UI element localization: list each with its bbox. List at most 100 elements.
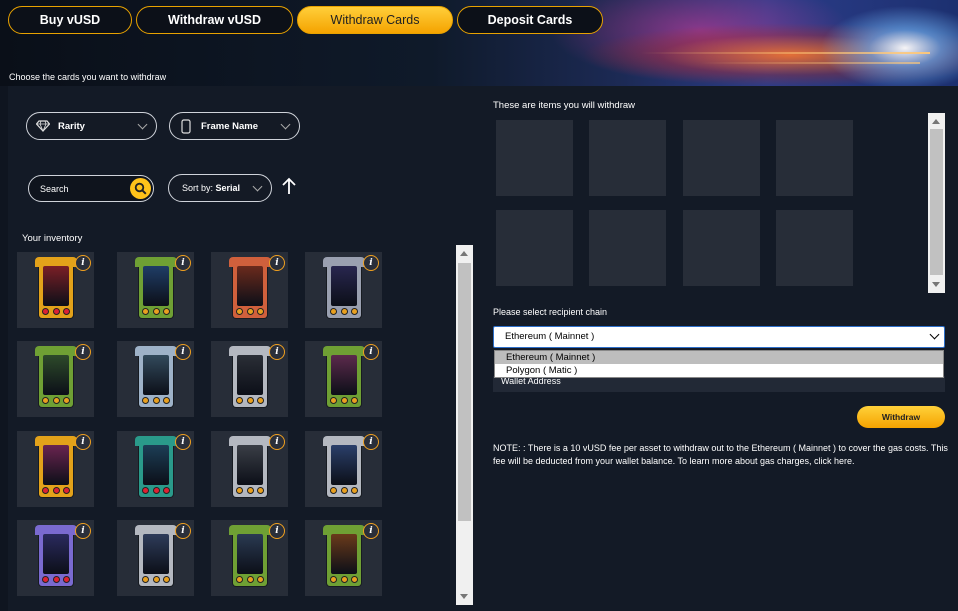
card-art-inner [143, 355, 169, 395]
scrollbar-thumb[interactable] [458, 263, 471, 521]
card-gem [163, 576, 170, 583]
card-gem [330, 487, 337, 494]
withdraw-slot [683, 120, 760, 196]
scrollbar-thumb[interactable] [930, 129, 943, 275]
chain-option-ethereum[interactable]: Ethereum ( Mainnet ) [495, 351, 943, 364]
withdraw-items-title: These are items you will withdraw [493, 100, 636, 111]
inventory-card[interactable]: i [117, 341, 194, 417]
info-icon[interactable]: i [363, 434, 379, 450]
card-gem [153, 397, 160, 404]
info-icon[interactable]: i [363, 523, 379, 539]
withdraw-scrollbar[interactable] [928, 113, 945, 293]
inventory-card[interactable]: i [305, 520, 382, 596]
inventory-panel: Rarity Frame Name Sort by: Serial Your i… [8, 86, 478, 611]
card-artwork [135, 346, 177, 407]
scroll-up-arrow-icon[interactable] [460, 251, 468, 256]
scroll-down-arrow-icon[interactable] [932, 282, 940, 287]
card-art-inner [43, 534, 69, 574]
info-icon[interactable]: i [269, 523, 285, 539]
info-icon[interactable]: i [75, 344, 91, 360]
card-gem [257, 397, 264, 404]
inventory-card[interactable]: i [117, 431, 194, 507]
inventory-card[interactable]: i [305, 341, 382, 417]
card-gem [257, 576, 264, 583]
info-icon[interactable]: i [175, 523, 191, 539]
inventory-card[interactable]: i [17, 252, 94, 328]
tab-withdraw-cards[interactable]: Withdraw Cards [297, 6, 453, 34]
card-gem [341, 487, 348, 494]
scroll-up-arrow-icon[interactable] [932, 119, 940, 124]
card-gem [163, 487, 170, 494]
chain-option-polygon[interactable]: Polygon ( Matic ) [495, 364, 943, 377]
card-gem [341, 397, 348, 404]
inventory-card[interactable]: i [17, 431, 94, 507]
withdraw-slot [776, 210, 853, 286]
card-artwork [229, 525, 271, 586]
sort-value: Serial [215, 183, 241, 193]
info-icon[interactable]: i [269, 344, 285, 360]
chevron-down-icon [929, 329, 940, 340]
withdraw-slot [589, 120, 666, 196]
tab-buy-vusd[interactable]: Buy vUSD [8, 6, 132, 34]
card-gem [236, 487, 243, 494]
chain-select[interactable]: Ethereum ( Mainnet ) [493, 326, 945, 348]
card-art-inner [237, 266, 263, 306]
info-icon[interactable]: i [363, 255, 379, 271]
card-gem [247, 576, 254, 583]
card-gem [247, 397, 254, 404]
info-icon[interactable]: i [363, 344, 379, 360]
inventory-card[interactable]: i [211, 252, 288, 328]
rarity-filter[interactable]: Rarity [26, 112, 157, 140]
card-artwork [35, 436, 77, 497]
card-art-inner [331, 355, 357, 395]
info-icon[interactable]: i [175, 434, 191, 450]
card-gem [42, 576, 49, 583]
card-artwork [229, 257, 271, 318]
card-art-inner [143, 534, 169, 574]
inventory-card[interactable]: i [211, 520, 288, 596]
inventory-card[interactable]: i [117, 252, 194, 328]
card-gem [63, 576, 70, 583]
info-icon[interactable]: i [175, 255, 191, 271]
page-subtitle: Choose the cards you want to withdraw [9, 72, 167, 82]
chain-label: Please select recipient chain [493, 307, 608, 317]
card-gem [247, 308, 254, 315]
card-gem [163, 308, 170, 315]
inventory-card[interactable]: i [17, 341, 94, 417]
info-icon[interactable]: i [75, 255, 91, 271]
frame-name-filter[interactable]: Frame Name [169, 112, 300, 140]
card-art-inner [237, 534, 263, 574]
inventory-card[interactable]: i [117, 520, 194, 596]
info-icon[interactable]: i [269, 255, 285, 271]
card-gem [351, 487, 358, 494]
card-gem [236, 397, 243, 404]
withdraw-button[interactable]: Withdraw [857, 406, 945, 428]
inventory-card[interactable]: i [211, 341, 288, 417]
tab-deposit-cards[interactable]: Deposit Cards [457, 6, 603, 34]
card-gem [63, 397, 70, 404]
info-icon[interactable]: i [75, 523, 91, 539]
inventory-card[interactable]: i [305, 252, 382, 328]
withdraw-slot [496, 210, 573, 286]
card-gem [142, 308, 149, 315]
tab-withdraw-vusd[interactable]: Withdraw vUSD [136, 6, 293, 34]
inventory-card[interactable]: i [211, 431, 288, 507]
sort-direction-arrow-icon[interactable] [281, 176, 297, 196]
search-button[interactable] [130, 178, 151, 199]
info-icon[interactable]: i [269, 434, 285, 450]
info-icon[interactable]: i [175, 344, 191, 360]
info-icon[interactable]: i [75, 434, 91, 450]
scroll-down-arrow-icon[interactable] [460, 594, 468, 599]
inventory-scrollbar[interactable] [456, 245, 473, 605]
sort-dropdown[interactable]: Sort by: Serial [168, 174, 272, 202]
inventory-card[interactable]: i [17, 520, 94, 596]
card-artwork [323, 436, 365, 497]
card-gem [142, 397, 149, 404]
inventory-card[interactable]: i [305, 431, 382, 507]
card-gem [247, 487, 254, 494]
card-artwork [323, 346, 365, 407]
card-gem [330, 576, 337, 583]
card-art-inner [331, 445, 357, 485]
card-art-inner [43, 445, 69, 485]
card-artwork [35, 525, 77, 586]
